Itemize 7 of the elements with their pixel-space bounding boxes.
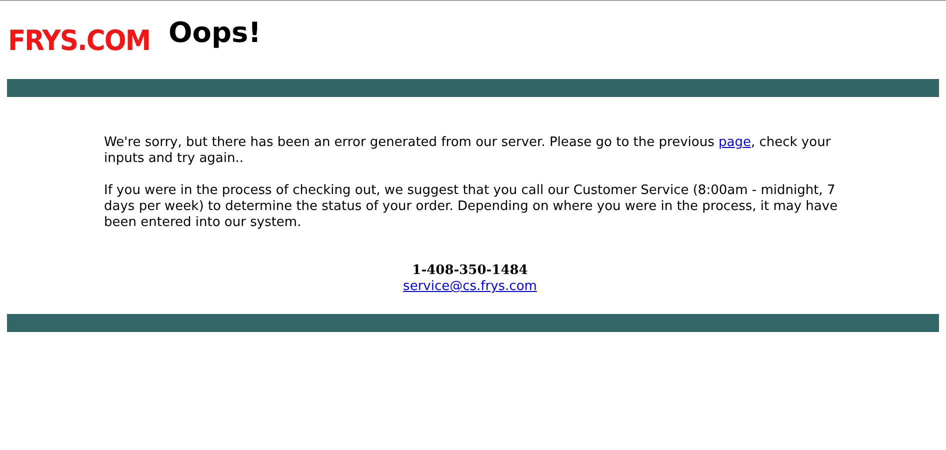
email-link[interactable]: service@cs.frys.com bbox=[403, 279, 537, 295]
error-message: We're sorry, but there has been an error generated from our server. Please go to the previous page, check your inputs and try again.. bbox=[104, 135, 832, 167]
phone-number: 1-408-350-1484 bbox=[412, 263, 528, 279]
checkout-message: If you were in the process of checking out, we suggest that you call our Customer Service (8:00am - midnight, 7 days per week) to determine the status of your order. Depending on where you were in the process, it may have been entered into our system. bbox=[104, 183, 839, 231]
page-title: Oops! bbox=[168, 19, 261, 47]
logo: FRYS.COM bbox=[8, 27, 150, 55]
previous-page-link[interactable]: page bbox=[718, 135, 751, 150]
